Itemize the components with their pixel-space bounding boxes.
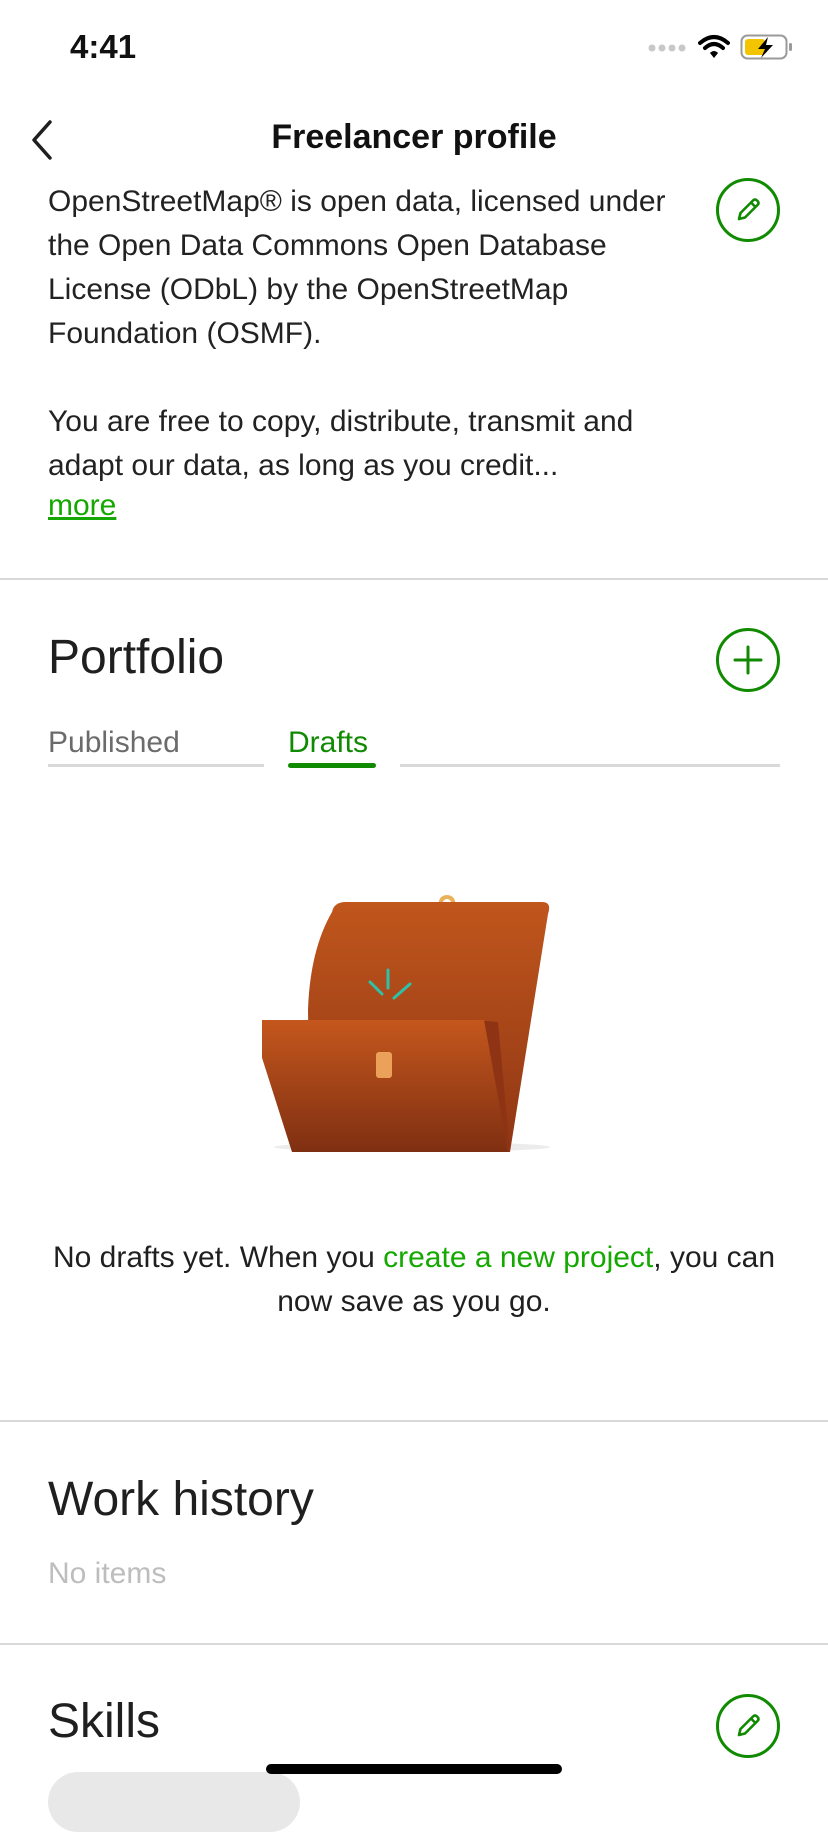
edit-skills-button[interactable] xyxy=(716,1694,780,1758)
work-history-title: Work history xyxy=(48,1473,314,1526)
work-history-empty-label: No items xyxy=(48,1557,167,1590)
add-portfolio-button[interactable] xyxy=(716,628,780,692)
pencil-icon xyxy=(737,1714,760,1737)
section-divider xyxy=(0,1420,828,1422)
tab-drafts-active-indicator xyxy=(288,763,376,768)
briefcase-illustration xyxy=(262,894,550,1152)
tab-bar-track xyxy=(400,764,780,767)
tab-published-underline xyxy=(48,764,264,767)
battery-charging-icon xyxy=(740,34,792,60)
profile-overview: OpenStreetMap® is open data, licensed un… xyxy=(48,180,708,488)
empty-message-prefix: No drafts yet. When you xyxy=(52,1241,384,1274)
portfolio-title: Portfolio xyxy=(48,631,225,684)
section-divider xyxy=(0,1643,828,1645)
create-new-project-link[interactable]: create a new project xyxy=(383,1241,653,1274)
plus-icon xyxy=(733,645,763,675)
skill-chip[interactable] xyxy=(48,1772,300,1832)
portfolio-empty-message: No drafts yet. When you create a new pro… xyxy=(40,1236,788,1324)
page-title: Freelancer profile xyxy=(271,118,557,156)
pencil-icon xyxy=(737,198,760,221)
status-icons xyxy=(648,34,794,60)
edit-overview-button[interactable] xyxy=(716,178,780,242)
signal-icon xyxy=(648,44,686,52)
skills-title: Skills xyxy=(48,1695,161,1748)
overview-paragraph-2: You are free to copy, distribute, transm… xyxy=(48,405,634,482)
more-link[interactable]: more xyxy=(48,489,116,523)
section-divider xyxy=(0,578,828,580)
tab-published[interactable]: Published xyxy=(48,726,180,760)
wifi-icon xyxy=(698,35,730,58)
tab-drafts[interactable]: Drafts xyxy=(288,726,368,760)
status-time: 4:41 xyxy=(70,28,137,65)
overview-paragraph-1: OpenStreetMap® is open data, licensed un… xyxy=(48,185,666,350)
home-indicator xyxy=(266,1764,562,1774)
